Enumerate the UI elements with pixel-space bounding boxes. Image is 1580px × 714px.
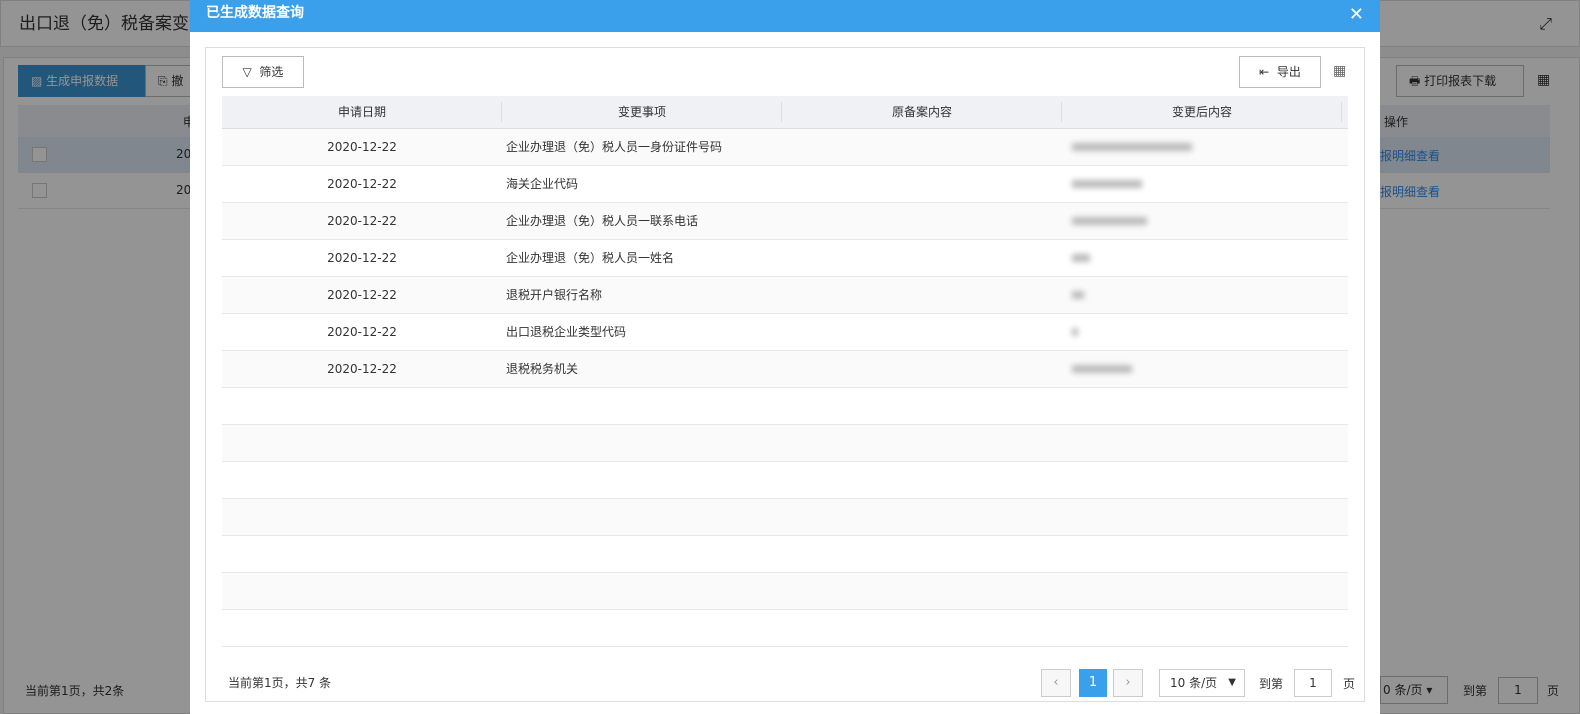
modal-title: 已生成数据查询 (206, 5, 304, 21)
filter-icon: ▽ (242, 65, 252, 79)
redacted-value (1072, 291, 1084, 299)
cell-item: 海关企业代码 (506, 177, 579, 191)
table-row[interactable]: 2020-12-22 企业办理退（免）税人员一联系电话 (222, 203, 1348, 240)
table-row[interactable] (222, 388, 1348, 425)
export-button[interactable]: ⇤ 导出 (1239, 56, 1321, 88)
columns-icon[interactable]: ▦ (1333, 63, 1346, 79)
redacted-value (1072, 365, 1132, 373)
cell-changed (1062, 203, 1342, 239)
cell-original (782, 277, 1062, 313)
cell-date: 2020-12-22 (327, 214, 397, 228)
table-row[interactable]: 2020-12-22 企业办理退（免）税人员一身份证件号码 (222, 129, 1348, 166)
cell-date: 2020-12-22 (327, 177, 397, 191)
page-1-button[interactable]: 1 (1079, 669, 1107, 697)
col-original: 原备案内容 (782, 96, 1062, 128)
chevron-down-icon: ▼ (1228, 677, 1236, 688)
cell-changed (1062, 240, 1342, 276)
redacted-value (1072, 328, 1078, 336)
col-changed: 变更后内容 (1062, 96, 1342, 128)
cell-item: 企业办理退（免）税人员一身份证件号码 (506, 140, 723, 154)
footer-count: 当前第1页，共7 条 (228, 676, 332, 690)
page-size-select[interactable]: 10 条/页 ▼ (1159, 669, 1245, 697)
table-row[interactable] (222, 499, 1348, 536)
table-row[interactable]: 2020-12-22 出口退税企业类型代码 (222, 314, 1348, 351)
redacted-value (1072, 180, 1142, 188)
modal-content: ▽ 筛选 ⇤ 导出 ▦ 申请日期 变更事项 原备案内容 变更后内容 2020-1… (205, 47, 1365, 702)
table-row[interactable] (222, 462, 1348, 499)
query-modal: 已生成数据查询 ✕ ▽ 筛选 ⇤ 导出 ▦ 申请日期 变更事项 原备案内容 变更… (190, 0, 1380, 714)
modal-header: 已生成数据查询 ✕ (190, 0, 1380, 32)
redacted-value (1072, 254, 1090, 262)
col-change-item: 变更事项 (502, 96, 782, 128)
cell-changed (1062, 129, 1342, 165)
close-icon[interactable]: ✕ (1349, 2, 1364, 28)
cell-changed (1062, 351, 1342, 387)
table-header: 申请日期 变更事项 原备案内容 变更后内容 (222, 96, 1348, 129)
goto-page-input[interactable]: 1 (1294, 669, 1332, 697)
cell-changed (1062, 314, 1342, 350)
export-icon: ⇤ (1259, 65, 1270, 79)
cell-date: 2020-12-22 (327, 140, 397, 154)
table-row[interactable]: 2020-12-22 海关企业代码 (222, 166, 1348, 203)
cell-original (782, 351, 1062, 387)
cell-original (782, 240, 1062, 276)
cell-date: 2020-12-22 (327, 251, 397, 265)
cell-item: 退税开户银行名称 (506, 288, 603, 302)
table-row[interactable] (222, 425, 1348, 462)
data-table: 申请日期 变更事项 原备案内容 变更后内容 2020-12-22 企业办理退（免… (222, 96, 1348, 647)
cell-original (782, 203, 1062, 239)
table-row[interactable] (222, 573, 1348, 610)
table-row[interactable]: 2020-12-22 退税开户银行名称 (222, 277, 1348, 314)
cell-changed (1062, 166, 1342, 202)
table-row[interactable] (222, 610, 1348, 647)
cell-item: 企业办理退（免）税人员一姓名 (506, 251, 675, 265)
filter-button[interactable]: ▽ 筛选 (222, 56, 304, 88)
prev-page-button[interactable]: ‹ (1041, 669, 1071, 697)
table-row[interactable] (222, 536, 1348, 573)
col-apply-date: 申请日期 (222, 96, 502, 128)
cell-date: 2020-12-22 (327, 325, 397, 339)
cell-original (782, 129, 1062, 165)
cell-date: 2020-12-22 (327, 362, 397, 376)
redacted-value (1072, 217, 1147, 225)
next-page-button[interactable]: › (1113, 669, 1143, 697)
cell-date: 2020-12-22 (327, 288, 397, 302)
table-row[interactable]: 2020-12-22 企业办理退（免）税人员一姓名 (222, 240, 1348, 277)
table-row[interactable]: 2020-12-22 退税税务机关 (222, 351, 1348, 388)
cell-item: 出口退税企业类型代码 (506, 325, 627, 339)
redacted-value (1072, 143, 1192, 151)
cell-original (782, 166, 1062, 202)
cell-changed (1062, 277, 1342, 313)
cell-item: 企业办理退（免）税人员一联系电话 (506, 214, 699, 228)
cell-original (782, 314, 1062, 350)
cell-item: 退税税务机关 (506, 362, 579, 376)
